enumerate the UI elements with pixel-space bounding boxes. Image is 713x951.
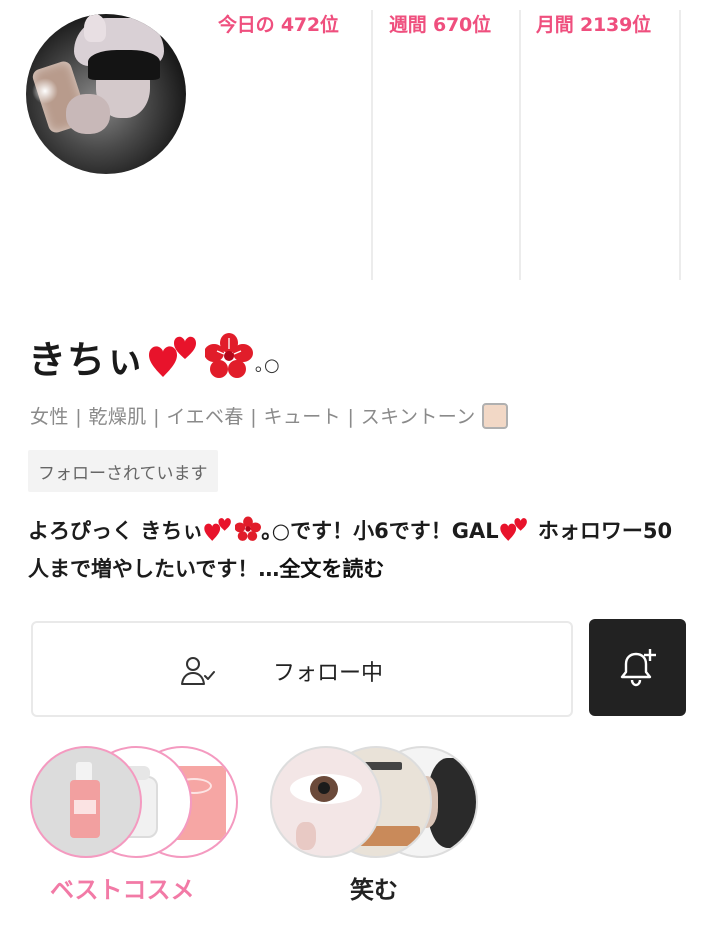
avatar[interactable]: [26, 14, 186, 174]
collection-title: 笑む: [350, 876, 398, 904]
rank-divider: [679, 10, 681, 280]
hibiscus-icon: [205, 333, 254, 378]
avatar-hair: [88, 50, 160, 80]
avatar-flash: [32, 78, 58, 104]
hibiscus-icon: [235, 516, 262, 541]
collection-title: ベストコスメ: [50, 876, 195, 904]
follows-you-badge: フォローされています: [28, 450, 218, 492]
profile-tags-text: 女性 | 乾燥肌 | イエベ春 | キュート | スキントーン: [30, 406, 476, 428]
rank-month-text: 月間 2139位: [536, 14, 651, 36]
rank-divider: [519, 10, 521, 280]
user-check-icon: [181, 657, 215, 685]
rank-today-text: 今日の 472位: [218, 14, 339, 36]
rank-month[interactable]: 月間 2139位: [536, 10, 651, 280]
collection-thumbnails: [270, 746, 490, 862]
rank-today[interactable]: 今日の 472位: [218, 10, 339, 280]
profile-tags: 女性 | 乾燥肌 | イエベ春 | キュート | スキントーン: [30, 402, 508, 429]
avatar-hand: [66, 94, 110, 134]
bio-text: よろぴっく きちぃ: [28, 519, 204, 543]
two-hearts-icon: [204, 518, 232, 541]
following-button[interactable]: フォロー中: [31, 621, 573, 717]
profile-name: きちぃ: [28, 337, 146, 382]
two-hearts-icon: [499, 518, 527, 541]
collection-thumb: [30, 746, 142, 858]
read-more-link[interactable]: 全文を読む: [279, 557, 384, 581]
rank-week-text: 週間 670位: [389, 14, 491, 36]
collection-emu[interactable]: 笑む: [270, 746, 490, 904]
bio-text: ｡○です！小6です！GAL: [261, 519, 499, 543]
rank-week[interactable]: 週間 670位: [389, 10, 491, 280]
two-hearts-icon: [149, 336, 197, 377]
collection-thumbnails: [30, 746, 250, 862]
notification-bell-button[interactable]: [589, 619, 686, 716]
collection-thumb: [270, 746, 382, 858]
skin-tone-swatch: [481, 402, 508, 429]
profile-bio[interactable]: よろぴっく きちぃ ｡○です！小6です！GAL ホォロワー50人まで増やしたいです…: [28, 512, 688, 588]
ranking-section: 今日の 472位 週間 670位 月間 2139位: [200, 0, 713, 280]
profile-name-row: きちぃ ｡○: [28, 326, 280, 386]
collection-best-cosme[interactable]: ベストコスメ: [30, 746, 250, 904]
profile-name-dots: ｡○: [255, 355, 280, 376]
bell-plus-icon: [620, 649, 656, 687]
rank-divider: [371, 10, 373, 280]
avatar-hood-ear: [84, 14, 106, 42]
following-label: フォロー中: [273, 661, 384, 686]
follows-you-text: フォローされています: [38, 463, 208, 484]
